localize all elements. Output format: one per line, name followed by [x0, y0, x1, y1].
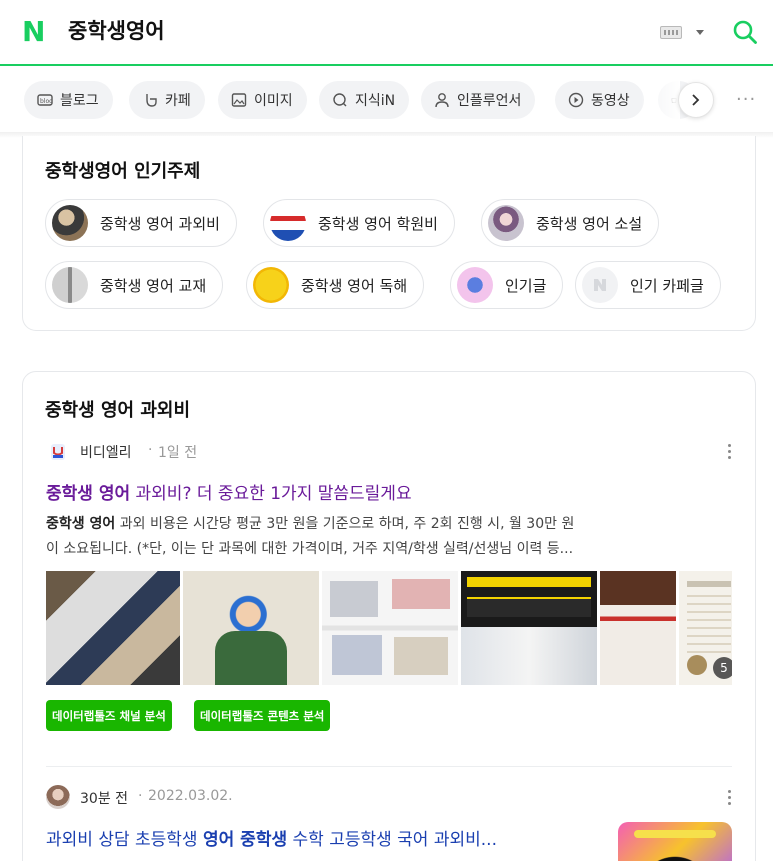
image-icon [231, 93, 247, 107]
post-separator: · [138, 788, 143, 804]
topic-chip[interactable]: 중학생 영어 과외비 [45, 199, 237, 247]
chevron-right-icon [692, 94, 700, 106]
post-image[interactable] [461, 571, 597, 685]
post-date: 2022.03.02. [148, 788, 233, 804]
topic-chip[interactable]: 인기글 [450, 261, 564, 309]
post-image[interactable] [183, 571, 319, 685]
post-author[interactable]: 30분 전 [80, 788, 128, 808]
more-options-icon[interactable] [728, 444, 732, 460]
chip-thumbnail [52, 267, 88, 303]
author-logo-icon [51, 444, 65, 460]
post-image-strip: 5 [46, 571, 732, 685]
tab-label: 블로그 [60, 93, 99, 109]
tab-label: 이미지 [254, 93, 293, 109]
more-options-icon[interactable] [728, 790, 732, 806]
naver-logo[interactable]: N [22, 18, 45, 46]
avatar[interactable] [46, 440, 70, 464]
datalab-content-button[interactable]: 데이터랩툴즈 콘텐츠 분석 [194, 700, 331, 731]
post-image[interactable] [322, 571, 458, 685]
influencer-icon [435, 93, 449, 108]
cafe-icon [146, 94, 157, 107]
video-icon [568, 92, 584, 108]
post-image[interactable] [46, 571, 180, 685]
chip-label: 중학생 영어 소설 [536, 214, 643, 233]
section-title: 중학생 영어 과외비 [45, 400, 191, 421]
divider [46, 766, 732, 767]
post-desc-highlight: 중학생 영어 [46, 516, 116, 532]
topic-chip[interactable]: 중학생 영어 교재 [45, 261, 224, 309]
post-time: 1일 전 [158, 445, 198, 461]
post-title-highlight: 영어 중학생 [202, 830, 288, 850]
topic-chip[interactable]: 인기 카페글 [575, 261, 721, 309]
post-separator: · [148, 442, 153, 458]
post-desc-line2: 이 소요됩니다. (*단, 이는 단 과목에 대한 가격이며, 거주 지역/학생… [46, 541, 574, 557]
post-title-text: 수학 고등학생 국어 과외비... [287, 830, 497, 850]
more-icon[interactable]: ··· [736, 91, 756, 109]
post-title-text: 과외비? 더 중요한 1가지 말씀드릴게요 [130, 484, 412, 504]
chevron-down-icon[interactable] [696, 30, 704, 35]
post-title-highlight: 중학생 영어 [46, 484, 131, 504]
post-desc-text: 과외 비용은 시간당 평균 3만 원을 기준으로 하며, 주 2회 진행 시, … [115, 516, 575, 532]
keyboard-icon[interactable] [660, 26, 682, 39]
topic-chip[interactable]: 중학생 영어 소설 [481, 199, 660, 247]
chip-label: 중학생 영어 학원비 [318, 214, 438, 233]
image-count-badge: 5 [713, 657, 732, 679]
tab-label: 카페 [165, 93, 191, 109]
chip-label: 중학생 영어 독해 [301, 276, 408, 295]
search-header: N 중학생영어 [0, 0, 773, 66]
topic-chip[interactable]: 중학생 영어 독해 [246, 261, 425, 309]
chip-thumbnail [52, 205, 88, 241]
knowledge-icon [333, 93, 347, 107]
topic-chip[interactable]: 중학생 영어 학원비 [263, 199, 455, 247]
search-query[interactable]: 중학생영어 [68, 18, 165, 44]
chip-label: 중학생 영어 과외비 [100, 214, 220, 233]
popular-topics-title: 중학생영어 인기주제 [45, 161, 201, 182]
post-image[interactable]: 5 [679, 571, 732, 685]
post-author[interactable]: 비디엘리 [80, 442, 132, 462]
blog-icon: blog [37, 94, 53, 106]
chip-label: 중학생 영어 교재 [100, 276, 207, 295]
tabs-next-button[interactable] [678, 82, 714, 118]
post-title-text: 과외비 상담 초등학생 [46, 830, 203, 850]
tab-image[interactable]: 이미지 [218, 81, 307, 119]
post-title[interactable]: 중학생 영어 과외비? 더 중요한 1가지 말씀드릴게요 [46, 479, 412, 504]
tab-video[interactable]: 동영상 [555, 81, 644, 119]
chip-label: 인기 카페글 [630, 276, 704, 295]
tabs-fade [640, 80, 680, 120]
tab-knowledge[interactable]: 지식iN [319, 81, 410, 119]
avatar[interactable] [46, 785, 70, 809]
chip-thumbnail [488, 205, 524, 241]
chip-thumbnail [253, 267, 289, 303]
tab-label: 지식iN [355, 93, 396, 109]
tab-influencer[interactable]: 인플루언서 [421, 81, 536, 119]
svg-text:blog: blog [40, 98, 53, 105]
search-icon[interactable] [732, 19, 758, 45]
post-image[interactable] [600, 571, 676, 685]
chip-thumbnail [270, 205, 306, 241]
chip-label: 인기글 [505, 276, 547, 295]
post-description: 중학생 영어 과외 비용은 시간당 평균 3만 원을 기준으로 하며, 주 2회… [46, 512, 736, 562]
chip-thumbnail [457, 267, 493, 303]
tab-label: 동영상 [591, 93, 630, 109]
naver-n-icon [594, 279, 606, 291]
datalab-channel-button[interactable]: 데이터랩툴즈 채널 분석 [46, 700, 172, 731]
post-thumbnail[interactable] [618, 822, 732, 861]
tab-cafe[interactable]: 카페 [129, 81, 205, 119]
chip-thumbnail [582, 267, 618, 303]
tab-blog[interactable]: blog 블로그 [24, 81, 113, 119]
post-title[interactable]: 과외비 상담 초등학생 영어 중학생 수학 고등학생 국어 과외비... [46, 825, 497, 850]
tab-label: 인플루언서 [457, 93, 522, 109]
